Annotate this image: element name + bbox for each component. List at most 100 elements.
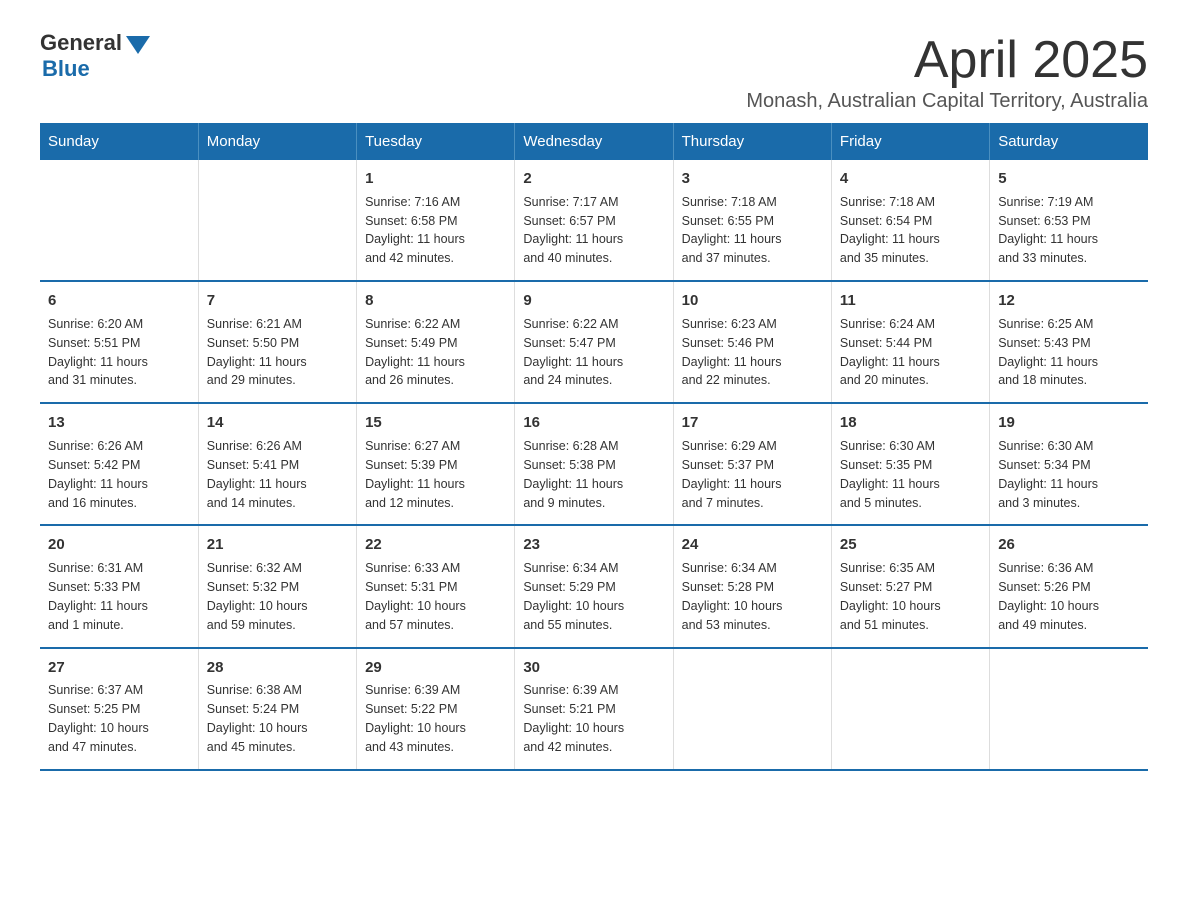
- calendar-day-cell: 18 Sunrise: 6:30 AMSunset: 5:35 PMDayligh…: [831, 403, 989, 525]
- day-number: 7: [207, 290, 348, 312]
- calendar-day-cell: 8 Sunrise: 6:22 AMSunset: 5:49 PMDaylight…: [357, 281, 515, 403]
- calendar-day-cell: 25 Sunrise: 6:35 AMSunset: 5:27 PMDayligh…: [831, 525, 989, 647]
- day-info: Sunrise: 6:34 AMSunset: 5:28 PMDaylight:…: [682, 561, 783, 632]
- day-info: Sunrise: 6:38 AMSunset: 5:24 PMDaylight:…: [207, 683, 308, 754]
- day-number: 2: [523, 168, 664, 190]
- calendar-day-cell: 27Sunrise: 6:37 AMSunset: 5:25 PMDayligh…: [40, 648, 198, 770]
- calendar-day-cell: [198, 160, 356, 281]
- calendar-day-header: Sunday: [40, 123, 198, 160]
- day-info: Sunrise: 7:19 AMSunset: 6:53 PMDaylight:…: [998, 195, 1098, 266]
- day-number: 27: [48, 657, 190, 679]
- calendar-day-cell: [990, 648, 1148, 770]
- day-number: 29: [365, 657, 506, 679]
- day-info: Sunrise: 6:24 AMSunset: 5:44 PMDaylight:…: [840, 317, 940, 388]
- logo-arrow-icon: [126, 36, 150, 54]
- day-number: 21: [207, 534, 348, 556]
- day-info: Sunrise: 7:16 AMSunset: 6:58 PMDaylight:…: [365, 195, 465, 266]
- calendar-day-cell: 13Sunrise: 6:26 AMSunset: 5:42 PMDayligh…: [40, 403, 198, 525]
- day-number: 26: [998, 534, 1140, 556]
- calendar-header-row: SundayMondayTuesdayWednesdayThursdayFrid…: [40, 123, 1148, 160]
- day-number: 17: [682, 412, 823, 434]
- day-info: Sunrise: 7:17 AMSunset: 6:57 PMDaylight:…: [523, 195, 623, 266]
- calendar-day-cell: 4 Sunrise: 7:18 AMSunset: 6:54 PMDaylight…: [831, 160, 989, 281]
- calendar-day-cell: 26 Sunrise: 6:36 AMSunset: 5:26 PMDayligh…: [990, 525, 1148, 647]
- day-info: Sunrise: 6:26 AMSunset: 5:41 PMDaylight:…: [207, 439, 307, 510]
- day-number: 3: [682, 168, 823, 190]
- day-info: Sunrise: 6:21 AMSunset: 5:50 PMDaylight:…: [207, 317, 307, 388]
- calendar-day-header: Saturday: [990, 123, 1148, 160]
- day-info: Sunrise: 6:22 AMSunset: 5:49 PMDaylight:…: [365, 317, 465, 388]
- calendar-day-cell: 16Sunrise: 6:28 AMSunset: 5:38 PMDayligh…: [515, 403, 673, 525]
- calendar-day-cell: 6Sunrise: 6:20 AMSunset: 5:51 PMDaylight…: [40, 281, 198, 403]
- day-info: Sunrise: 6:35 AMSunset: 5:27 PMDaylight:…: [840, 561, 941, 632]
- day-info: Sunrise: 6:25 AMSunset: 5:43 PMDaylight:…: [998, 317, 1098, 388]
- day-info: Sunrise: 6:31 AMSunset: 5:33 PMDaylight:…: [48, 561, 148, 632]
- day-number: 9: [523, 290, 664, 312]
- calendar-day-cell: 14 Sunrise: 6:26 AMSunset: 5:41 PMDayligh…: [198, 403, 356, 525]
- calendar-day-cell: 5 Sunrise: 7:19 AMSunset: 6:53 PMDaylight…: [990, 160, 1148, 281]
- calendar-table: SundayMondayTuesdayWednesdayThursdayFrid…: [40, 123, 1148, 771]
- day-info: Sunrise: 6:30 AMSunset: 5:34 PMDaylight:…: [998, 439, 1098, 510]
- calendar-week-row: 1 Sunrise: 7:16 AMSunset: 6:58 PMDaylight…: [40, 160, 1148, 281]
- calendar-day-cell: 15Sunrise: 6:27 AMSunset: 5:39 PMDayligh…: [357, 403, 515, 525]
- day-info: Sunrise: 6:22 AMSunset: 5:47 PMDaylight:…: [523, 317, 623, 388]
- calendar-title: April 2025: [746, 30, 1148, 90]
- day-info: Sunrise: 6:39 AMSunset: 5:21 PMDaylight:…: [523, 683, 624, 754]
- day-info: Sunrise: 6:20 AMSunset: 5:51 PMDaylight:…: [48, 317, 148, 388]
- day-number: 10: [682, 290, 823, 312]
- day-number: 13: [48, 412, 190, 434]
- day-number: 12: [998, 290, 1140, 312]
- day-number: 30: [523, 657, 664, 679]
- logo: General Blue: [40, 30, 150, 82]
- calendar-day-cell: 24 Sunrise: 6:34 AMSunset: 5:28 PMDayligh…: [673, 525, 831, 647]
- day-number: 8: [365, 290, 506, 312]
- day-info: Sunrise: 6:33 AMSunset: 5:31 PMDaylight:…: [365, 561, 466, 632]
- calendar-day-header: Wednesday: [515, 123, 673, 160]
- calendar-day-cell: 3 Sunrise: 7:18 AMSunset: 6:55 PMDaylight…: [673, 160, 831, 281]
- day-info: Sunrise: 6:32 AMSunset: 5:32 PMDaylight:…: [207, 561, 308, 632]
- calendar-day-cell: 19 Sunrise: 6:30 AMSunset: 5:34 PMDayligh…: [990, 403, 1148, 525]
- calendar-week-row: 27Sunrise: 6:37 AMSunset: 5:25 PMDayligh…: [40, 648, 1148, 770]
- logo-blue-text: Blue: [42, 56, 90, 82]
- day-info: Sunrise: 7:18 AMSunset: 6:55 PMDaylight:…: [682, 195, 782, 266]
- calendar-day-cell: 10Sunrise: 6:23 AMSunset: 5:46 PMDayligh…: [673, 281, 831, 403]
- calendar-day-cell: 9 Sunrise: 6:22 AMSunset: 5:47 PMDaylight…: [515, 281, 673, 403]
- day-info: Sunrise: 6:39 AMSunset: 5:22 PMDaylight:…: [365, 683, 466, 754]
- day-number: 28: [207, 657, 348, 679]
- calendar-day-cell: 21 Sunrise: 6:32 AMSunset: 5:32 PMDayligh…: [198, 525, 356, 647]
- calendar-day-cell: 12 Sunrise: 6:25 AMSunset: 5:43 PMDayligh…: [990, 281, 1148, 403]
- day-number: 22: [365, 534, 506, 556]
- day-info: Sunrise: 7:18 AMSunset: 6:54 PMDaylight:…: [840, 195, 940, 266]
- day-number: 11: [840, 290, 981, 312]
- day-info: Sunrise: 6:30 AMSunset: 5:35 PMDaylight:…: [840, 439, 940, 510]
- calendar-week-row: 20 Sunrise: 6:31 AMSunset: 5:33 PMDayligh…: [40, 525, 1148, 647]
- calendar-day-cell: 23 Sunrise: 6:34 AMSunset: 5:29 PMDayligh…: [515, 525, 673, 647]
- day-number: 23: [523, 534, 664, 556]
- day-info: Sunrise: 6:29 AMSunset: 5:37 PMDaylight:…: [682, 439, 782, 510]
- title-section: April 2025 Monash, Australian Capital Te…: [746, 30, 1148, 113]
- calendar-day-header: Thursday: [673, 123, 831, 160]
- calendar-day-header: Monday: [198, 123, 356, 160]
- calendar-day-cell: 22 Sunrise: 6:33 AMSunset: 5:31 PMDayligh…: [357, 525, 515, 647]
- day-number: 4: [840, 168, 981, 190]
- day-info: Sunrise: 6:34 AMSunset: 5:29 PMDaylight:…: [523, 561, 624, 632]
- day-number: 24: [682, 534, 823, 556]
- day-info: Sunrise: 6:28 AMSunset: 5:38 PMDaylight:…: [523, 439, 623, 510]
- day-number: 18: [840, 412, 981, 434]
- calendar-day-cell: 7 Sunrise: 6:21 AMSunset: 5:50 PMDaylight…: [198, 281, 356, 403]
- day-info: Sunrise: 6:36 AMSunset: 5:26 PMDaylight:…: [998, 561, 1099, 632]
- day-number: 25: [840, 534, 981, 556]
- day-number: 5: [998, 168, 1140, 190]
- calendar-day-cell: 1 Sunrise: 7:16 AMSunset: 6:58 PMDaylight…: [357, 160, 515, 281]
- day-number: 19: [998, 412, 1140, 434]
- calendar-day-cell: 2 Sunrise: 7:17 AMSunset: 6:57 PMDaylight…: [515, 160, 673, 281]
- calendar-day-cell: 17 Sunrise: 6:29 AMSunset: 5:37 PMDayligh…: [673, 403, 831, 525]
- day-number: 14: [207, 412, 348, 434]
- page-header: General Blue April 2025 Monash, Australi…: [40, 30, 1148, 113]
- calendar-day-cell: [831, 648, 989, 770]
- day-info: Sunrise: 6:27 AMSunset: 5:39 PMDaylight:…: [365, 439, 465, 510]
- day-number: 20: [48, 534, 190, 556]
- calendar-week-row: 6Sunrise: 6:20 AMSunset: 5:51 PMDaylight…: [40, 281, 1148, 403]
- day-number: 1: [365, 168, 506, 190]
- logo-general-text: General: [40, 30, 122, 56]
